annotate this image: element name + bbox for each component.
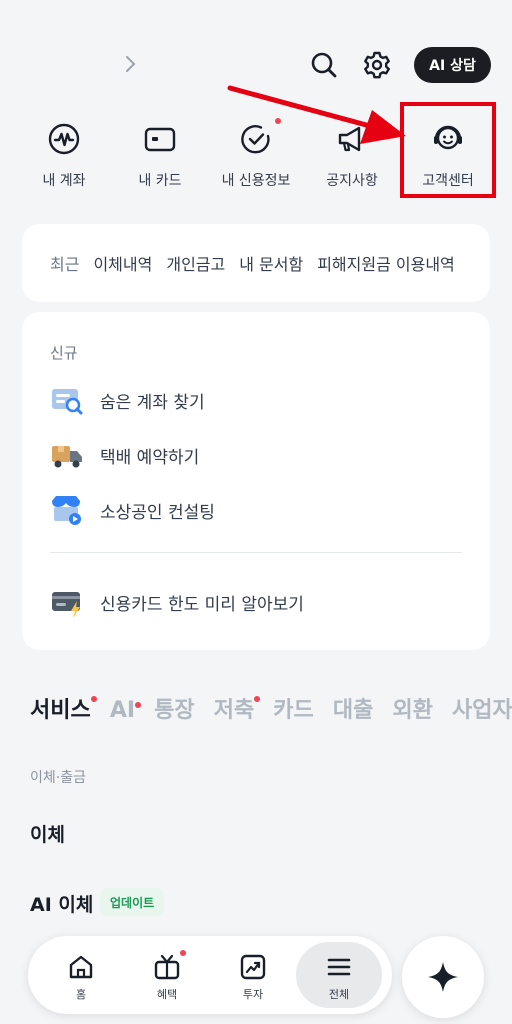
quick-item-my-card[interactable]: 내 카드	[110, 116, 210, 196]
notification-dot	[90, 696, 97, 702]
card-icon	[141, 120, 179, 158]
service-category-label: 이체·출금	[30, 770, 86, 786]
notification-dot	[254, 696, 261, 702]
home-icon	[66, 952, 96, 982]
nav-invest[interactable]: 투자	[210, 942, 296, 1008]
new-item-hidden-account[interactable]: 숨은 계좌 찾기	[50, 382, 205, 418]
divider	[50, 552, 462, 553]
nav-home[interactable]: 홈	[38, 942, 124, 1008]
quick-item-label: 내 카드	[138, 173, 182, 189]
tab-card[interactable]: 카드	[273, 692, 313, 724]
sparkle-action-button[interactable]	[402, 936, 484, 1018]
search-icon[interactable]	[307, 48, 341, 82]
annotation-arrow-icon	[227, 85, 406, 144]
recent-item-transfer-history[interactable]: 이체내역	[93, 251, 152, 275]
new-item-label: 소상공인 컨설팅	[100, 502, 215, 523]
new-services-card: 신규 숨은 계좌 찾기 택배 예약하기 소상공인 컨설팅 신용카드 한도 미리 …	[22, 312, 490, 650]
nav-benefits[interactable]: 혜택	[124, 942, 210, 1008]
chevron-right-icon[interactable]	[120, 52, 140, 76]
tab-label: 카드	[273, 698, 314, 723]
tab-savings[interactable]: 저축	[213, 692, 261, 724]
quick-item-my-account[interactable]: 내 계좌	[14, 116, 114, 196]
account-search-icon	[50, 383, 84, 417]
menu-icon	[324, 952, 354, 982]
update-badge: 업데이트	[100, 888, 165, 916]
nav-label: 전체	[328, 988, 350, 1001]
section-title: 신규	[50, 344, 78, 362]
category-tabs: 서비스 AI 통장 저축 카드 대출 외환 사업자	[30, 692, 512, 732]
tab-label: 대출	[332, 698, 374, 723]
credit-card-bolt-icon	[50, 585, 84, 619]
recent-menu: 최근 이체내역 개인금고 내 문서함 피해지원금 이용내역	[22, 224, 490, 302]
tab-label: 통장	[154, 698, 195, 723]
delivery-truck-icon	[50, 438, 84, 472]
quick-item-label: 공지사항	[326, 173, 378, 189]
account-wave-icon	[45, 120, 83, 158]
recent-item-private-vault[interactable]: 개인금고	[166, 251, 225, 275]
quick-item-label: 내 신용정보	[221, 173, 291, 189]
tab-label: 서비스	[30, 698, 91, 723]
service-item-transfer[interactable]: 이체	[30, 820, 65, 847]
nav-label: 혜택	[156, 988, 178, 1001]
tv-gift-icon	[152, 950, 186, 982]
new-item-credit-card-limit[interactable]: 신용카드 한도 미리 알아보기	[50, 584, 304, 620]
store-play-icon	[50, 493, 84, 527]
chart-up-icon	[238, 952, 268, 982]
highlight-box	[400, 102, 496, 198]
tab-service[interactable]: 서비스	[30, 692, 97, 724]
notification-dot	[135, 702, 142, 708]
new-item-label: 숨은 계좌 찾기	[100, 392, 205, 413]
notification-dot	[180, 950, 186, 956]
tab-label: 저축	[213, 698, 255, 723]
nav-label: 투자	[242, 988, 264, 1001]
new-item-label: 택배 예약하기	[100, 447, 200, 468]
recent-item-relief-fund[interactable]: 피해지원금 이용내역	[317, 251, 455, 275]
recent-item-my-documents[interactable]: 내 문서함	[239, 251, 303, 275]
new-item-parcel-reservation[interactable]: 택배 예약하기	[50, 437, 199, 473]
tab-account[interactable]: 통장	[154, 692, 194, 724]
nav-label: 홈	[75, 988, 87, 1001]
new-item-label: 신용카드 한도 미리 알아보기	[100, 594, 304, 615]
tab-ai[interactable]: AI	[109, 698, 142, 723]
service-item-ai-transfer[interactable]: AI 이체	[30, 890, 93, 917]
gear-icon[interactable]	[360, 48, 394, 82]
quick-item-label: 내 계좌	[42, 173, 86, 189]
tab-label: 외환	[392, 698, 433, 723]
bottom-navigation: 홈 혜택 투자 전체	[28, 936, 392, 1014]
nav-all[interactable]: 전체	[296, 942, 382, 1008]
new-item-small-business-consulting[interactable]: 소상공인 컨설팅	[50, 492, 215, 528]
tab-label: 사업자	[452, 698, 512, 723]
tab-label: AI	[109, 698, 136, 723]
tab-loan[interactable]: 대출	[333, 692, 373, 724]
tab-business[interactable]: 사업자	[452, 692, 512, 724]
sparkle-icon	[428, 962, 458, 992]
recent-label: 최근	[50, 255, 80, 274]
tab-foreign-exchange[interactable]: 외환	[392, 692, 432, 724]
ai-consult-button[interactable]: AI 상담	[414, 47, 491, 83]
